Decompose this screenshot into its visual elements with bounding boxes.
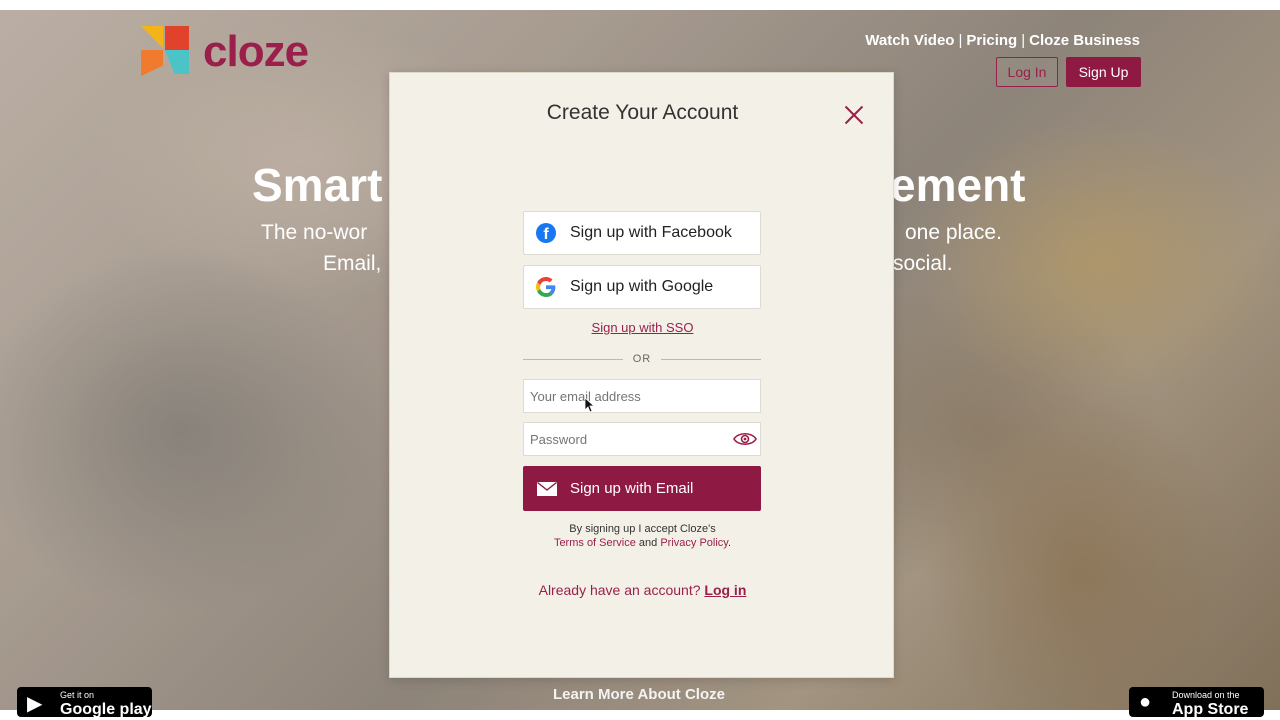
- password-field[interactable]: [523, 422, 761, 456]
- legal-text: By signing up I accept Cloze's Terms of …: [390, 522, 895, 550]
- nav-pricing[interactable]: Pricing: [966, 32, 1017, 49]
- create-account-modal: Create Your Account f Sign up with Faceb…: [389, 72, 894, 678]
- already-label: Already have an account?: [538, 582, 701, 598]
- terms-link[interactable]: Terms of Service: [554, 537, 636, 549]
- login-button[interactable]: Log In: [996, 57, 1058, 87]
- login-link[interactable]: Log in: [704, 582, 746, 598]
- play-store-icon: ▶: [27, 693, 43, 715]
- google-play-badge[interactable]: ▶ Get it on Google play: [17, 687, 152, 717]
- hero-subtext-left-1: The no-wor: [261, 221, 368, 244]
- divider-line: [661, 358, 761, 360]
- modal-title: Create Your Account: [546, 101, 739, 124]
- app-store-small-text: Download on the: [1172, 690, 1240, 700]
- facebook-signup-button[interactable]: f Sign up with Facebook: [523, 211, 761, 255]
- email-signup-button[interactable]: Sign up with Email: [523, 466, 761, 511]
- nav-separator: |: [1021, 32, 1026, 49]
- sso-signup-link[interactable]: Sign up with SSO: [390, 320, 895, 335]
- email-signup-label: Sign up with Email: [570, 480, 694, 497]
- nav-separator: |: [958, 32, 963, 49]
- facebook-signup-label: Sign up with Facebook: [570, 224, 732, 241]
- logo-text: cloze: [203, 27, 309, 76]
- signup-button[interactable]: Sign Up: [1066, 57, 1141, 87]
- google-signup-label: Sign up with Google: [570, 278, 714, 295]
- google-play-big-text: Google play: [60, 701, 152, 717]
- learn-more-link[interactable]: Learn More About Cloze: [553, 686, 725, 703]
- google-signup-button[interactable]: Sign up with Google: [523, 265, 761, 309]
- or-label: OR: [632, 353, 652, 365]
- legal-period: .: [728, 537, 732, 549]
- close-icon[interactable]: [844, 105, 864, 125]
- nav-watch-video[interactable]: Watch Video: [865, 32, 954, 49]
- app-store-badge[interactable]: ● Download on the App Store: [1129, 687, 1264, 717]
- app-store-big-text: App Store: [1172, 701, 1249, 717]
- top-buttons: Log In Sign Up: [996, 57, 1141, 87]
- divider-line: [523, 358, 623, 360]
- hero-subtext-left-2: Email,: [323, 252, 382, 275]
- mouse-cursor-icon: [584, 397, 594, 413]
- hero-subtext-right-1: one place.: [905, 221, 1002, 244]
- nav-cloze-business[interactable]: Cloze Business: [1029, 32, 1140, 49]
- email-field[interactable]: [523, 379, 761, 413]
- facebook-icon: f: [536, 223, 556, 243]
- apple-icon: ●: [1139, 691, 1152, 713]
- cloze-logo[interactable]: cloze: [141, 26, 309, 78]
- legal-and: and: [638, 537, 658, 549]
- hero-subtext-right-2: social.: [893, 252, 953, 275]
- logo-mark-icon: [141, 26, 193, 78]
- hero-heading-left: Smart: [252, 159, 383, 211]
- show-password-icon[interactable]: [733, 431, 757, 447]
- legal-prefix: By signing up I accept Cloze's: [569, 523, 716, 535]
- google-icon: [536, 277, 556, 297]
- top-nav: Watch Video | Pricing | Cloze Business: [865, 32, 1140, 49]
- envelope-icon: [537, 481, 557, 496]
- privacy-link[interactable]: Privacy Policy: [660, 537, 728, 549]
- already-have-account: Already have an account? Log in: [390, 582, 895, 598]
- or-divider: OR: [523, 353, 761, 365]
- hero-heading-right: ement: [890, 159, 1026, 211]
- google-play-small-text: Get it on: [60, 690, 95, 700]
